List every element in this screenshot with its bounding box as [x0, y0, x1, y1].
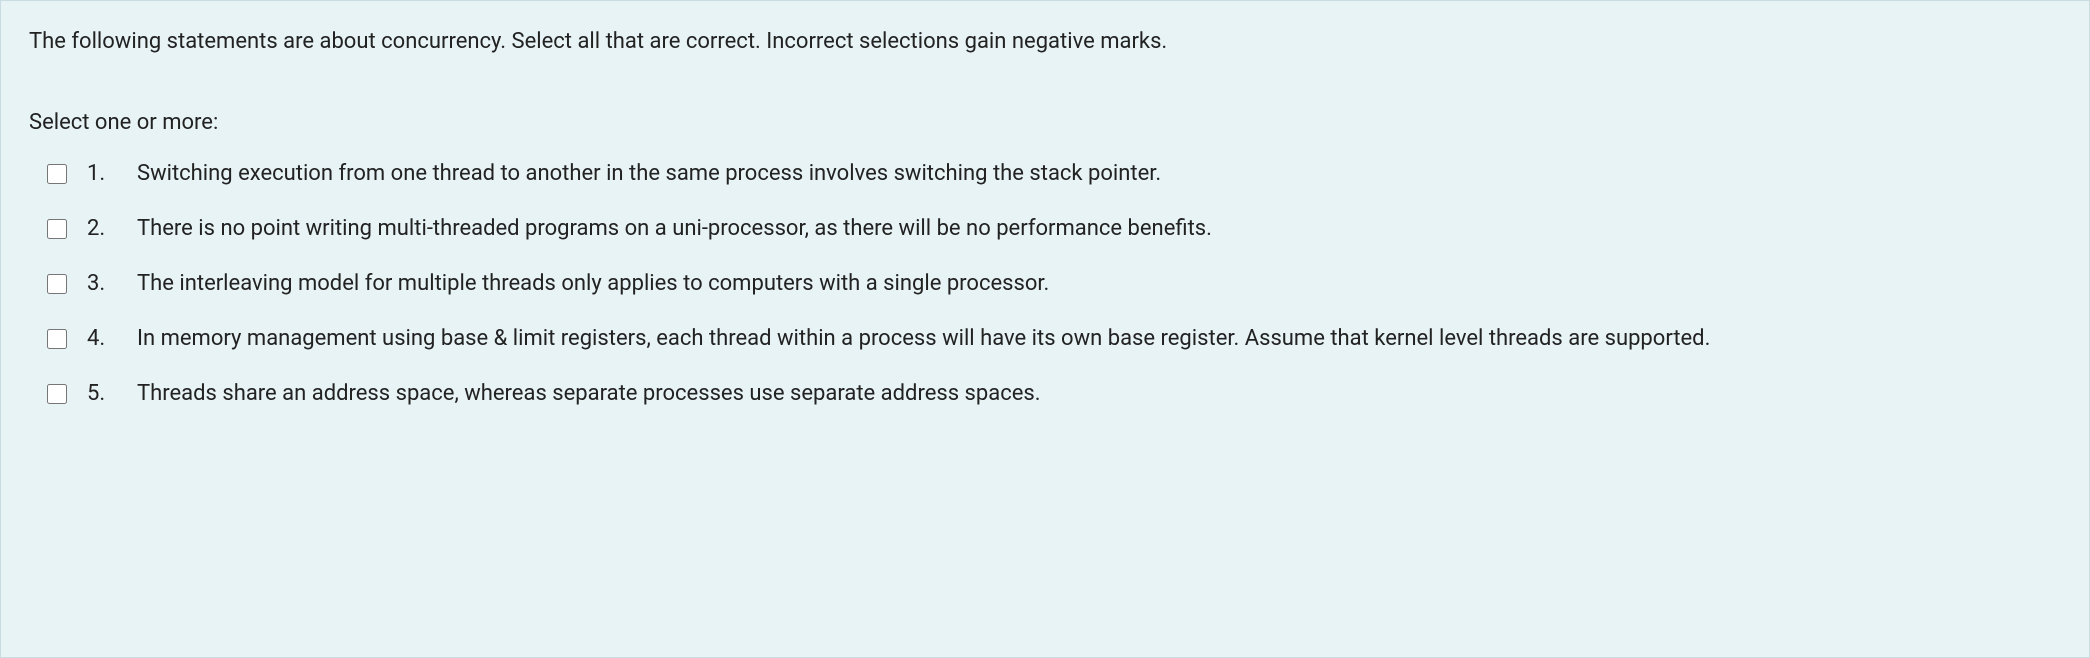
- answer-number: 3.: [87, 267, 119, 300]
- answer-number: 5.: [87, 377, 119, 410]
- answer-checkbox-3[interactable]: [47, 274, 67, 294]
- answer-number: 1.: [87, 157, 119, 190]
- question-intro-text: The following statements are about concu…: [29, 25, 2061, 58]
- answer-checkbox-4[interactable]: [47, 329, 67, 349]
- answer-row: 4. In memory management using base & lim…: [47, 322, 2061, 355]
- answer-text: Switching execution from one thread to a…: [137, 157, 2061, 190]
- answer-text: There is no point writing multi-threaded…: [137, 212, 2061, 245]
- answer-text: Threads share an address space, whereas …: [137, 377, 2061, 410]
- answer-checkbox-5[interactable]: [47, 384, 67, 404]
- answer-text: The interleaving model for multiple thre…: [137, 267, 2061, 300]
- answer-row: 1. Switching execution from one thread t…: [47, 157, 2061, 190]
- answer-number: 4.: [87, 322, 119, 355]
- answer-number: 2.: [87, 212, 119, 245]
- answer-checkbox-1[interactable]: [47, 164, 67, 184]
- select-prompt-text: Select one or more:: [29, 106, 2061, 139]
- answer-row: 2. There is no point writing multi-threa…: [47, 212, 2061, 245]
- question-panel: The following statements are about concu…: [0, 0, 2090, 658]
- answer-row: 5. Threads share an address space, where…: [47, 377, 2061, 410]
- answer-row: 3. The interleaving model for multiple t…: [47, 267, 2061, 300]
- answer-text: In memory management using base & limit …: [137, 322, 2061, 355]
- answer-list: 1. Switching execution from one thread t…: [29, 157, 2061, 410]
- answer-checkbox-2[interactable]: [47, 219, 67, 239]
